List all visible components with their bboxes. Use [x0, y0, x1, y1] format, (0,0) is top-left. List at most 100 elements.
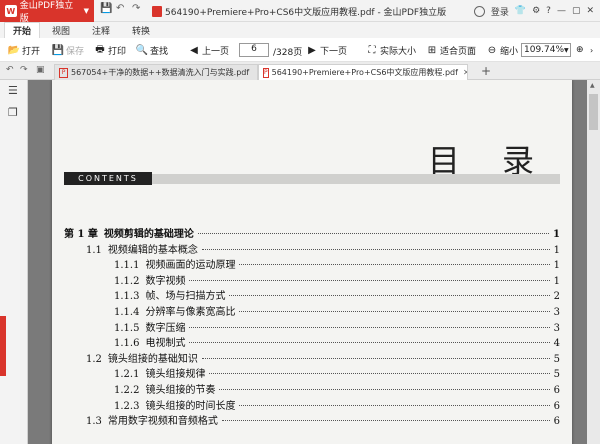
chevron-down-icon: ▼ — [564, 46, 569, 54]
toc-entry-leader — [209, 373, 550, 375]
back-icon[interactable]: ↶ — [6, 65, 14, 75]
toc-entry-page: 1 — [553, 229, 560, 240]
add-tab-icon[interactable]: + — [481, 64, 491, 78]
app-menu-button[interactable]: W 金山PDF独立版 ▼ — [0, 0, 94, 24]
toc-entry-leader — [219, 389, 550, 390]
next-page-label: 下一页 — [320, 46, 348, 57]
sidebar-toggle-handle[interactable] — [0, 316, 6, 376]
toc-entry-leader — [197, 233, 550, 234]
doc-tab-1-label: 567054+干净的数据++数据清洗入门与实践.pdf — [71, 68, 250, 77]
toc-entry-number: 1.2.2 — [114, 385, 140, 396]
toc-entry-title: 常用数字视频和音频格式 — [107, 416, 218, 428]
toc-entry-number: 1.2.1 — [114, 369, 140, 381]
toc-entry[interactable]: 1.1.1 视频画面的运动原理 1 — [114, 256, 560, 272]
save-quick-icon[interactable]: 💾 — [100, 3, 112, 14]
toc-entry-page: 2 — [553, 291, 560, 303]
document-viewer[interactable]: 目 录 CONTENTS 第 1 章视频剪辑的基础理论 1 1.1 视频编辑的基本概念… — [28, 80, 600, 444]
outline-icon[interactable]: ☰ — [8, 84, 18, 97]
pdf-page: 目 录 CONTENTS 第 1 章视频剪辑的基础理论 1 1.1 视频编辑的基本概念… — [52, 80, 572, 444]
zoom-out-button[interactable]: ⊖ 缩小 — [486, 43, 518, 57]
new-window-icon[interactable]: ▣ — [36, 65, 45, 75]
toc-entry[interactable]: 第 1 章视频剪辑的基础理论 1 — [64, 225, 560, 240]
toc-entry[interactable]: 1.2.1 镜头组接规律 5 — [114, 365, 560, 381]
window-title-text: 564190+Premiere+Pro+CS6中文版应用教程.pdf - 金山P… — [165, 8, 447, 18]
toc-entry-number: 第 1 章 — [64, 229, 98, 240]
close-icon[interactable]: ✕ — [586, 6, 594, 16]
next-page-button[interactable]: ▶ 下一页 — [306, 43, 347, 57]
redo-icon[interactable]: ↷ — [132, 3, 140, 14]
fit-page-icon: ⊞ — [427, 44, 437, 56]
undo-icon[interactable]: ↶ — [116, 3, 124, 14]
toc-entry-leader — [229, 295, 550, 297]
settings-icon[interactable]: ⚙ — [532, 6, 540, 16]
actual-size-button[interactable]: ⛶ 实际大小 — [366, 43, 417, 57]
toc-entry[interactable]: 1.1.4 分辨率与像素宽高比 3 — [114, 303, 560, 318]
fit-page-button[interactable]: ⊞ 适合页面 — [426, 43, 476, 57]
toc-entry[interactable]: 1.1 视频编辑的基本概念 1 — [86, 241, 560, 256]
toc-entry-number: 1.1.3 — [114, 291, 140, 303]
help-icon[interactable]: ? — [546, 6, 551, 16]
toc-entry-title: 视频画面的运动原理 — [145, 260, 236, 272]
vertical-scrollbar[interactable]: ▲ — [587, 80, 600, 444]
doc-tab-2[interactable]: P 564190+Premiere+Pro+CS6中文版应用教程.pdf ✕ — [258, 64, 468, 80]
toc-entry-page: 1 — [553, 275, 560, 287]
scrollbar-thumb[interactable] — [589, 94, 598, 130]
find-button[interactable]: 🔍 查找 — [136, 43, 168, 57]
minimize-icon[interactable]: — — [557, 6, 566, 16]
window-title: 564190+Premiere+Pro+CS6中文版应用教程.pdf - 金山P… — [152, 5, 446, 18]
zoom-select[interactable]: 109.74% ▼ — [521, 43, 571, 57]
toc-entry[interactable]: 1.2 镜头组接的基础知识 5 — [86, 350, 560, 365]
scroll-up-icon[interactable]: ▲ — [590, 82, 595, 89]
save-button[interactable]: 💾 保存 — [52, 43, 84, 57]
thumbnails-icon[interactable]: ❐ — [8, 106, 18, 119]
app-name: 金山PDF独立版 — [19, 1, 74, 24]
doc-tab-1[interactable]: P 567054+干净的数据++数据清洗入门与实践.pdf — [54, 64, 258, 80]
toc-entry-leader — [239, 311, 550, 312]
more-icon[interactable]: › — [590, 43, 593, 57]
toolbar: 📂 打开 💾 保存 🖶 打印 🔍 查找 ◀ 上一页 6 /328页 ▶ 下一页 ⛶ 实际大小 … — [0, 38, 600, 62]
maximize-icon[interactable]: ▢ — [572, 6, 581, 16]
login-link[interactable]: 登录 — [491, 5, 509, 18]
toc-entry-leader — [189, 342, 550, 344]
folder-icon: 📂 — [7, 44, 21, 56]
chevron-down-icon: ▼ — [83, 7, 89, 15]
print-label: 打印 — [108, 46, 127, 57]
toc-entry-leader — [201, 357, 550, 359]
toc-entry-number: 1.1.1 — [114, 260, 140, 272]
toc-entry[interactable]: 1.2.3 镜头组接的时间长度 6 — [114, 397, 560, 412]
toc-entry[interactable]: 1.2.2 镜头组接的节奏 6 — [114, 381, 560, 396]
open-button[interactable]: 📂 打开 — [8, 43, 40, 57]
print-button[interactable]: 🖶 打印 — [94, 43, 126, 57]
toc-entry[interactable]: 1.1.3 帧、场与扫描方式 2 — [114, 287, 560, 303]
arrow-right-icon: ▶ — [308, 44, 316, 56]
toc-entry[interactable]: 1.1.6 电视制式 4 — [114, 334, 560, 349]
tab-convert[interactable]: 转换 — [124, 22, 158, 38]
skin-icon[interactable]: 👕 — [515, 6, 526, 16]
close-tab-icon[interactable]: ✕ — [463, 68, 467, 77]
toc-entry-title: 帧、场与扫描方式 — [145, 291, 226, 303]
actual-size-label: 实际大小 — [380, 46, 417, 57]
tab-annotate[interactable]: 注释 — [84, 22, 118, 38]
zoom-in-icon[interactable]: ⊕ — [576, 43, 584, 57]
toc-entry[interactable]: 1.1.2 数字视频 1 — [114, 272, 560, 287]
actual-size-icon: ⛶ — [368, 44, 376, 56]
open-label: 打开 — [22, 46, 41, 57]
menu-bar: 开始 视图 注释 转换 — [0, 22, 600, 38]
toc-entry-title: 镜头组接的节奏 — [145, 385, 216, 396]
save-icon: 💾 — [51, 44, 65, 56]
toc-entry-page: 6 — [553, 400, 560, 412]
toc-entry[interactable]: 1.1.5 数字压缩 3 — [114, 319, 560, 334]
pdf-icon: P — [59, 67, 68, 78]
toc-entry-title: 镜头组接的时间长度 — [145, 400, 236, 412]
toc-entry-page: 5 — [553, 353, 560, 365]
toc-entry-page: 1 — [553, 260, 560, 272]
toc-entry-page: 6 — [553, 416, 560, 428]
tab-start[interactable]: 开始 — [4, 22, 41, 38]
tab-view[interactable]: 视图 — [44, 22, 78, 38]
toc-entry[interactable]: 1.3 常用数字视频和音频格式 6 — [86, 412, 560, 428]
prev-page-button[interactable]: ◀ 上一页 — [188, 43, 229, 57]
page-number-input[interactable]: 6 — [239, 43, 269, 57]
doc-tab-2-label: 564190+Premiere+Pro+CS6中文版应用教程.pdf — [271, 68, 458, 77]
zoom-out-label: 缩小 — [500, 46, 519, 57]
forward-icon[interactable]: ↷ — [20, 65, 28, 75]
